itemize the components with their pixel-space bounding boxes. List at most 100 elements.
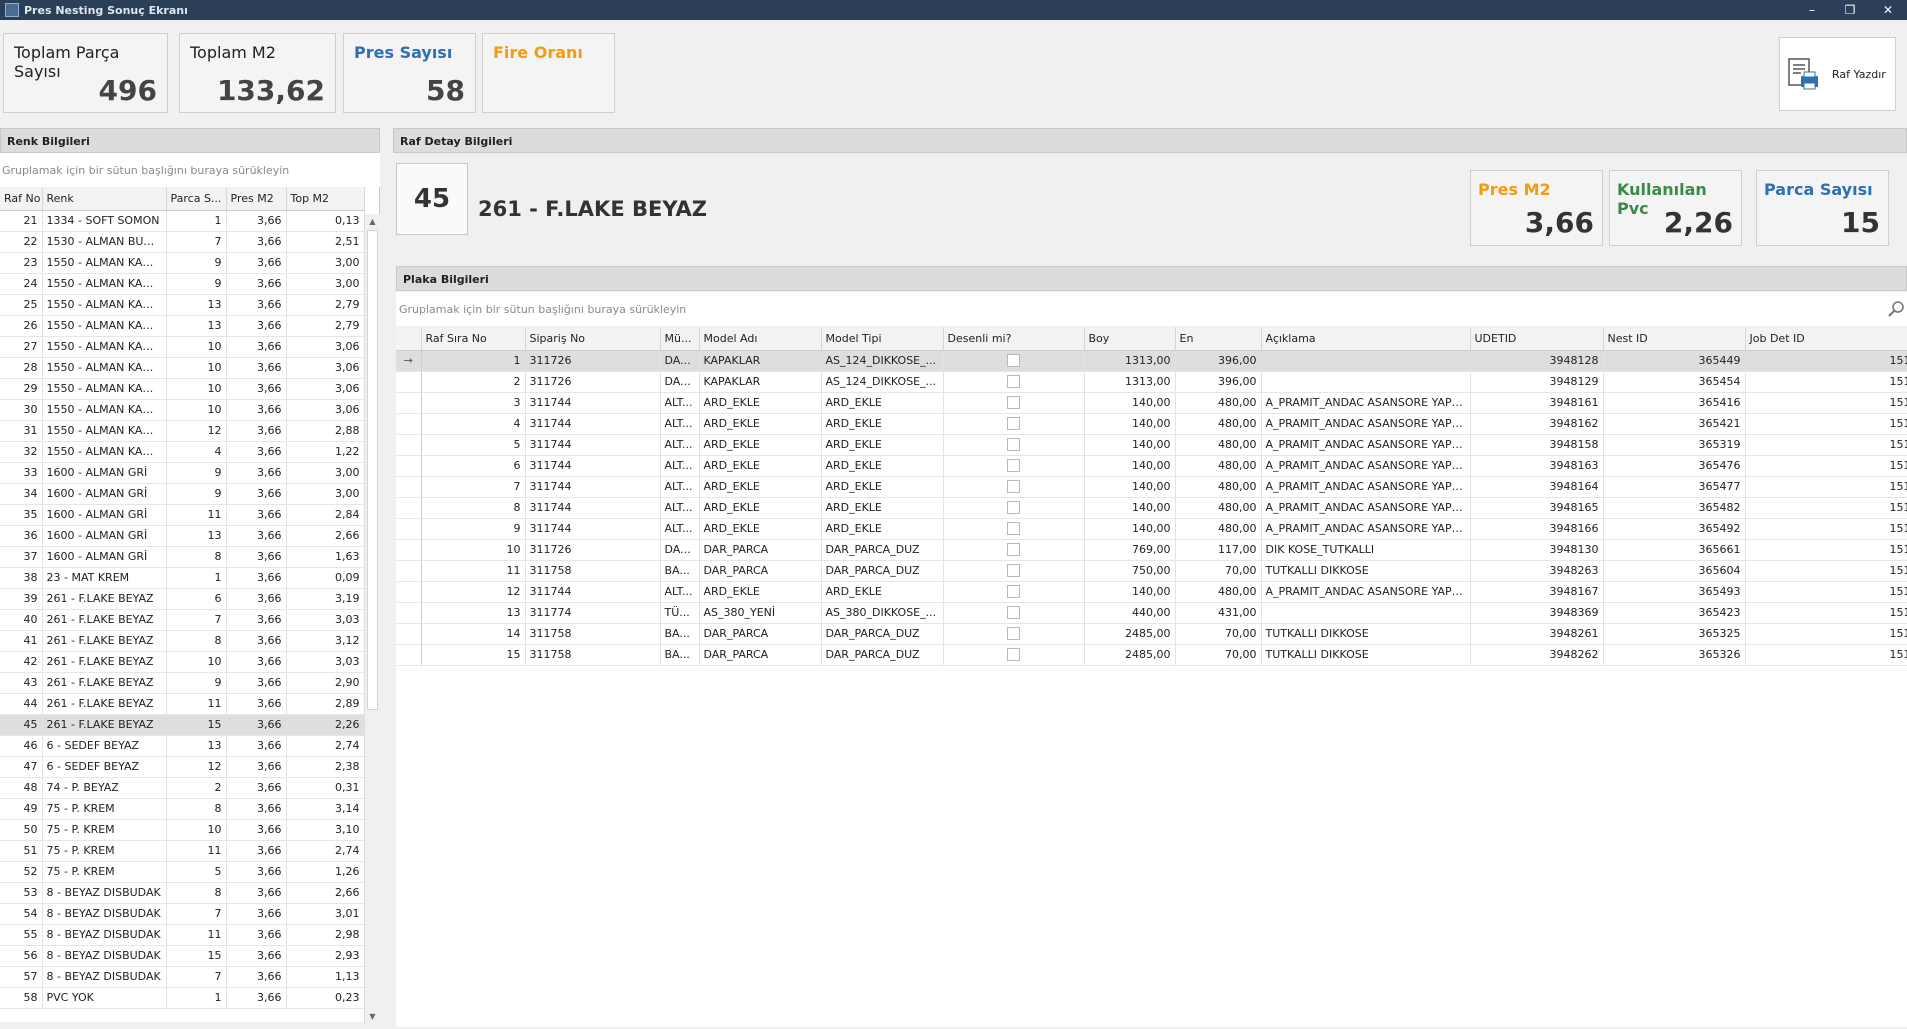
- table-row[interactable]: 39 261 - F.LAKE BEYAZ 6 3,66 3,19: [0, 588, 365, 610]
- table-row[interactable]: 12 311744 ALT... ARD_EKLE ARD_EKLE 140,00 480,…: [396, 581, 1907, 603]
- table-row[interactable]: 29 1550 - ALMAN KAHVE 10 3,66 3,06: [0, 378, 365, 400]
- desenli-checkbox[interactable]: [1007, 438, 1020, 452]
- table-row[interactable]: 56 8 - BEYAZ DISBUDAK 15 3,66 2,93: [0, 945, 365, 967]
- column-header[interactable]: En: [1175, 327, 1262, 351]
- table-row[interactable]: 36 1600 - ALMAN GRİ 13 3,66 2,66: [0, 525, 365, 547]
- table-cell: 480,00: [1175, 497, 1262, 519]
- desenli-checkbox[interactable]: [1007, 459, 1020, 473]
- column-header[interactable]: Raf No: [0, 187, 43, 211]
- column-header[interactable]: Pres M2: [226, 187, 287, 211]
- table-row[interactable]: 14 311758 BA... DAR_PARCA DAR_PARCA_DUZ 2485,…: [396, 623, 1907, 645]
- desenli-checkbox[interactable]: [1007, 564, 1020, 578]
- column-header[interactable]: Nest ID: [1603, 327, 1746, 351]
- table-row[interactable]: 34 1600 - ALMAN GRİ 9 3,66 3,00: [0, 483, 365, 505]
- table-row[interactable]: 57 8 - BEYAZ DISBUDAK 7 3,66 1,13: [0, 966, 365, 988]
- desenli-checkbox[interactable]: [1007, 375, 1020, 389]
- desenli-checkbox[interactable]: [1007, 480, 1020, 494]
- table-row[interactable]: 6 311744 ALT... ARD_EKLE ARD_EKLE 140,00 480,0…: [396, 455, 1907, 477]
- table-row[interactable]: 4 311744 ALT... ARD_EKLE ARD_EKLE 140,00 480,0…: [396, 413, 1907, 435]
- table-row[interactable]: 5 311744 ALT... ARD_EKLE ARD_EKLE 140,00 480,0…: [396, 434, 1907, 456]
- table-row[interactable]: 55 8 - BEYAZ DISBUDAK 11 3,66 2,98: [0, 924, 365, 946]
- table-row[interactable]: 13 311774 TÜ... AS_380_YENİ AS_380_DIKKOSE_.…: [396, 602, 1907, 624]
- minimize-button[interactable]: –: [1793, 3, 1831, 17]
- table-row[interactable]: 44 261 - F.LAKE BEYAZ 11 3,66 2,89: [0, 693, 365, 715]
- column-header[interactable]: Raf Sıra No: [421, 327, 526, 351]
- table-row[interactable]: 45 261 - F.LAKE BEYAZ 15 3,66 2,26: [0, 714, 365, 736]
- raf-yazdir-button[interactable]: Raf Yazdır: [1779, 37, 1896, 111]
- table-row[interactable]: 54 8 - BEYAZ DISBUDAK 7 3,66 3,01: [0, 903, 365, 925]
- table-row[interactable]: 2 311726 DA... KAPAKLAR AS_124_DIKKOSE_... 13…: [396, 371, 1907, 393]
- table-row[interactable]: 31 1550 - ALMAN KAHVE 12 3,66 2,88: [0, 420, 365, 442]
- renk-grid-scrollbar[interactable]: ▲ ▼: [364, 214, 380, 1025]
- column-header[interactable]: UDETID: [1470, 327, 1604, 351]
- scroll-down-icon[interactable]: ▼: [365, 1009, 380, 1025]
- desenli-checkbox[interactable]: [1007, 648, 1020, 662]
- table-row[interactable]: 7 311744 ALT... ARD_EKLE ARD_EKLE 140,00 480,0…: [396, 476, 1907, 498]
- desenli-checkbox[interactable]: [1007, 585, 1020, 599]
- column-header[interactable]: Desenli mi?: [943, 327, 1085, 351]
- column-header[interactable]: Parca S...: [166, 187, 227, 211]
- desenli-checkbox[interactable]: [1007, 627, 1020, 641]
- table-cell: 365482: [1603, 497, 1746, 519]
- table-row[interactable]: 8 311744 ALT... ARD_EKLE ARD_EKLE 140,00 480,0…: [396, 497, 1907, 519]
- scroll-thumb[interactable]: [367, 230, 378, 710]
- table-row[interactable]: 50 75 - P. KREM 10 3,66 3,10: [0, 819, 365, 841]
- column-header[interactable]: Boy: [1084, 327, 1176, 351]
- table-row[interactable]: 49 75 - P. KREM 8 3,66 3,14: [0, 798, 365, 820]
- table-row[interactable]: 46 6 - SEDEF BEYAZ 13 3,66 2,74: [0, 735, 365, 757]
- table-row[interactable]: 26 1550 - ALMAN KAHVE 13 3,66 2,79: [0, 315, 365, 337]
- table-row[interactable]: 15 311758 BA... DAR_PARCA DAR_PARCA_DUZ 2485,…: [396, 644, 1907, 666]
- scroll-up-icon[interactable]: ▲: [365, 214, 380, 230]
- table-row[interactable]: 47 6 - SEDEF BEYAZ 12 3,66 2,38: [0, 756, 365, 778]
- table-row[interactable]: 3 311744 ALT... ARD_EKLE ARD_EKLE 140,00 480,0…: [396, 392, 1907, 414]
- table-row[interactable]: 48 74 - P. BEYAZ 2 3,66 0,31: [0, 777, 365, 799]
- table-row[interactable]: 32 1550 - ALMAN KAHVE 4 3,66 1,22: [0, 441, 365, 463]
- plaka-group-panel[interactable]: Gruplamak için bir sütun başlığını buray…: [396, 292, 1907, 326]
- table-row[interactable]: 35 1600 - ALMAN GRİ 11 3,66 2,84: [0, 504, 365, 526]
- renk-group-panel[interactable]: Gruplamak için bir sütun başlığını buray…: [0, 153, 380, 187]
- table-row[interactable]: 22 1530 - ALMAN BUZ B... 7 3,66 2,51: [0, 231, 365, 253]
- desenli-checkbox[interactable]: [1007, 396, 1020, 410]
- table-row[interactable]: 23 1550 - ALMAN KAHVE 9 3,66 3,00: [0, 252, 365, 274]
- table-row[interactable]: 40 261 - F.LAKE BEYAZ 7 3,66 3,03: [0, 609, 365, 631]
- desenli-checkbox[interactable]: [1007, 522, 1020, 536]
- table-cell: 3,66: [226, 441, 287, 463]
- search-icon[interactable]: [1887, 300, 1905, 318]
- table-row[interactable]: 25 1550 - ALMAN KAHVE 13 3,66 2,79: [0, 294, 365, 316]
- column-header[interactable]: Model Adı: [699, 327, 822, 351]
- table-row[interactable]: 27 1550 - ALMAN KAHVE 10 3,66 3,06: [0, 336, 365, 358]
- table-row[interactable]: 9 311744 ALT... ARD_EKLE ARD_EKLE 140,00 480,0…: [396, 518, 1907, 540]
- desenli-checkbox[interactable]: [1007, 543, 1020, 557]
- column-header[interactable]: Renk: [42, 187, 167, 211]
- column-header[interactable]: Sipariş No: [525, 327, 661, 351]
- desenli-checkbox[interactable]: [1007, 606, 1020, 620]
- table-row[interactable]: 28 1550 - ALMAN KAHVE 10 3,66 3,06: [0, 357, 365, 379]
- table-row[interactable]: 11 311758 BA... DAR_PARCA DAR_PARCA_DUZ 750,0…: [396, 560, 1907, 582]
- table-row[interactable]: 51 75 - P. KREM 11 3,66 2,74: [0, 840, 365, 862]
- table-row[interactable]: 42 261 - F.LAKE BEYAZ 10 3,66 3,03: [0, 651, 365, 673]
- column-header[interactable]: Job Det ID: [1745, 327, 1907, 351]
- column-header[interactable]: Mü...: [660, 327, 700, 351]
- table-row[interactable]: 43 261 - F.LAKE BEYAZ 9 3,66 2,90: [0, 672, 365, 694]
- table-row[interactable]: 53 8 - BEYAZ DISBUDAK 8 3,66 2,66: [0, 882, 365, 904]
- table-row[interactable]: 37 1600 - ALMAN GRİ 8 3,66 1,63: [0, 546, 365, 568]
- table-row[interactable]: → 1 311726 DA... KAPAKLAR AS_124_DIKKOSE_... 1…: [396, 350, 1907, 372]
- table-row[interactable]: 58 PVC YOK 1 3,66 0,23: [0, 987, 365, 1009]
- column-header[interactable]: Model Tipi: [821, 327, 944, 351]
- table-row[interactable]: 41 261 - F.LAKE BEYAZ 8 3,66 3,12: [0, 630, 365, 652]
- column-header[interactable]: Top M2: [286, 187, 365, 211]
- column-header[interactable]: Açıklama: [1261, 327, 1471, 351]
- table-row[interactable]: 38 23 - MAT KREM 1 3,66 0,09: [0, 567, 365, 589]
- table-row[interactable]: 21 1334 - SOFT SOMON 1 3,66 0,13: [0, 210, 365, 232]
- table-row[interactable]: 52 75 - P. KREM 5 3,66 1,26: [0, 861, 365, 883]
- desenli-checkbox[interactable]: [1007, 417, 1020, 431]
- table-row[interactable]: 33 1600 - ALMAN GRİ 9 3,66 3,00: [0, 462, 365, 484]
- close-button[interactable]: ✕: [1869, 3, 1907, 17]
- table-row[interactable]: 10 311726 DA... DAR_PARCA DAR_PARCA_DUZ 769,0…: [396, 539, 1907, 561]
- table-row[interactable]: 30 1550 - ALMAN KAHVE 10 3,66 3,06: [0, 399, 365, 421]
- table-cell: 365416: [1603, 392, 1746, 414]
- table-row[interactable]: 24 1550 - ALMAN KAHVE 9 3,66 3,00: [0, 273, 365, 295]
- desenli-checkbox[interactable]: [1007, 501, 1020, 515]
- restore-button[interactable]: ❐: [1831, 3, 1869, 17]
- desenli-checkbox[interactable]: [1007, 354, 1020, 368]
